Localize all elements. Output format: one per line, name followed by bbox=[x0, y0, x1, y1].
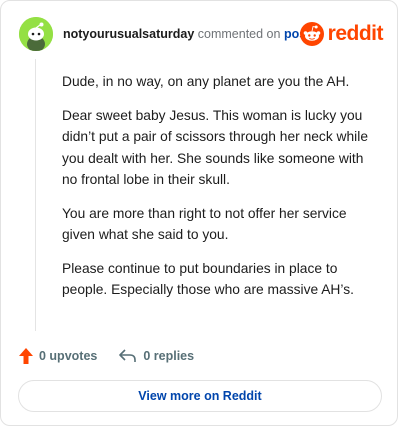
username-link[interactable]: notyourusualsaturday bbox=[63, 27, 194, 41]
comment-attribution: notyourusualsaturday commented on post bbox=[63, 27, 310, 41]
comment-paragraph: Please continue to put boundaries in pla… bbox=[62, 260, 354, 298]
comment-paragraph: Dude, in no way, on any planet are you t… bbox=[62, 74, 350, 89]
commented-on-label: commented on bbox=[197, 27, 281, 41]
upvote-arrow-icon bbox=[19, 348, 33, 364]
upvote-button[interactable]: 0 upvotes bbox=[19, 348, 97, 364]
reply-count: 0 replies bbox=[143, 349, 195, 363]
thread-line bbox=[35, 59, 36, 331]
comment-paragraph: Dear sweet baby Jesus. This woman is luc… bbox=[62, 107, 368, 188]
reply-arrow-icon bbox=[119, 349, 137, 362]
comment-actions: 0 upvotes 0 replies bbox=[19, 346, 194, 366]
upvote-count: 0 upvotes bbox=[39, 349, 98, 363]
comment-body: Dude, in no way, on any planet are you t… bbox=[62, 71, 380, 313]
reddit-brand[interactable]: reddit bbox=[299, 20, 384, 48]
replies-button[interactable]: 0 replies bbox=[119, 349, 194, 363]
view-more-on-reddit-button[interactable]: View more on Reddit bbox=[18, 380, 382, 412]
reddit-logo-icon bbox=[299, 22, 324, 46]
comment-paragraph: You are more than right to not offer her… bbox=[62, 205, 347, 243]
comment-header: notyourusualsaturday commented on post r… bbox=[19, 17, 384, 51]
avatar-snoo-icon bbox=[19, 17, 53, 51]
embedded-comment-card: notyourusualsaturday commented on post r… bbox=[0, 0, 398, 426]
user-avatar[interactable] bbox=[19, 17, 53, 51]
reddit-wordmark: reddit bbox=[327, 22, 384, 45]
